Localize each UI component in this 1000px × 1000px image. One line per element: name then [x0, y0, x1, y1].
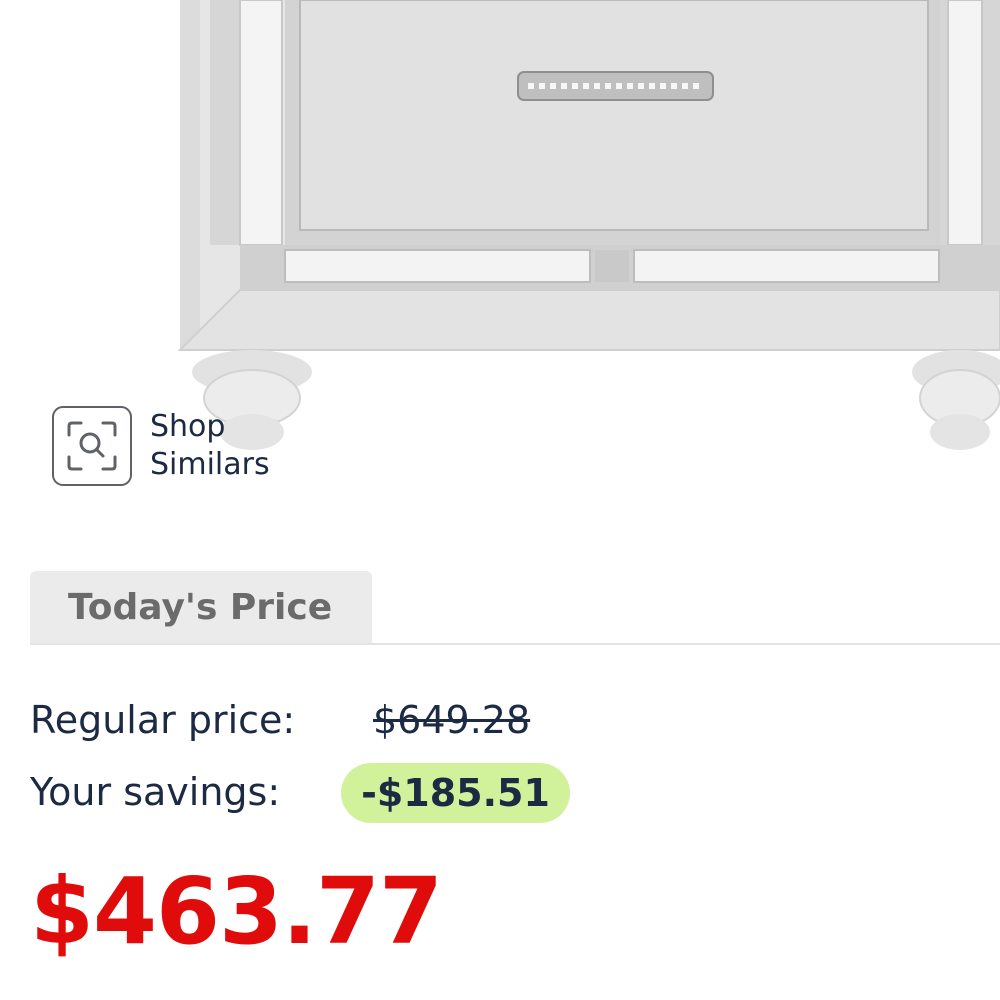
savings-badge: -$185.51	[341, 763, 570, 823]
shop-similars-button[interactable]: Shop Similars	[52, 406, 300, 486]
tab-todays-price[interactable]: Today's Price	[30, 571, 372, 644]
regular-price-value: $649.28	[373, 698, 531, 742]
visual-search-icon	[52, 406, 132, 486]
regular-price-label: Regular price:	[30, 698, 296, 742]
savings-label: Your savings:	[30, 770, 281, 814]
final-price: $463.77	[30, 858, 443, 965]
tab-divider	[30, 643, 1000, 645]
shop-similars-label: Shop Similars	[150, 409, 270, 482]
